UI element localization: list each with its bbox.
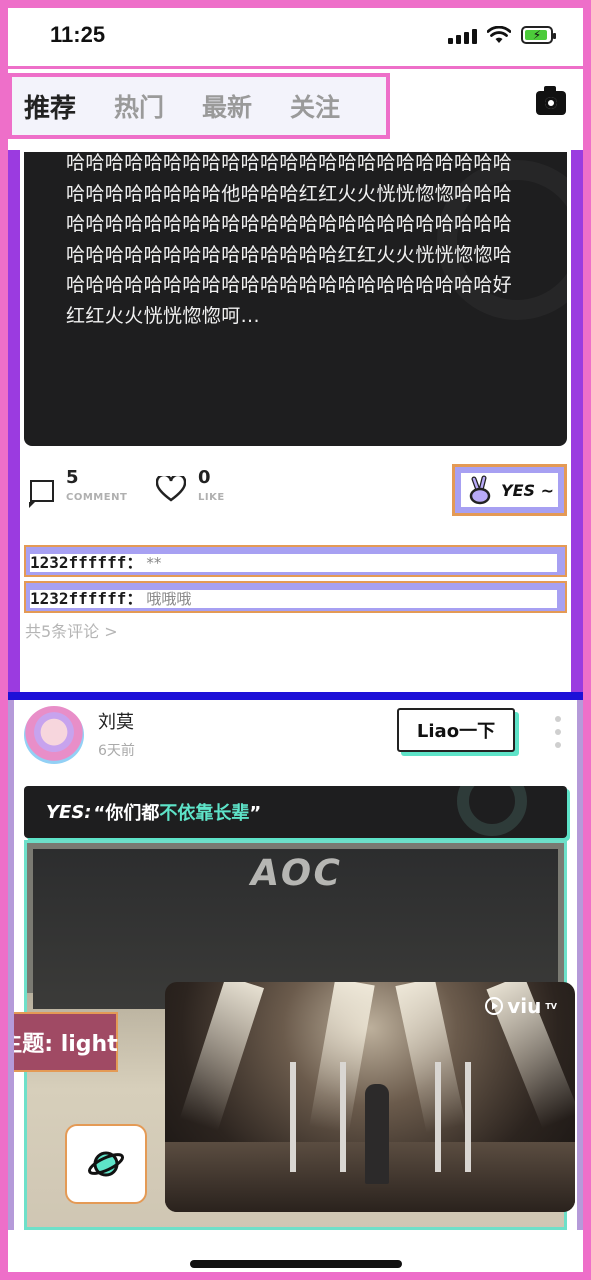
avatar[interactable]: [24, 706, 84, 764]
quote-text: “你们都不依靠长辈”: [93, 803, 262, 824]
comment-count: 5: [66, 467, 79, 488]
monitor-brand: AOC: [246, 853, 345, 894]
wifi-icon: [487, 26, 511, 43]
signal-icon: [448, 26, 477, 44]
post-text: 哈哈哈哈哈哈哈哈哈哈哈哈哈哈哈哈哈哈哈哈哈哈哈哈哈哈哈哈哈哈哈他哈哈哈红红火火恍…: [66, 152, 513, 327]
tab-latest[interactable]: 最新: [202, 88, 252, 124]
status-icons: ⚡: [448, 26, 556, 44]
status-time: 11:25: [50, 22, 106, 47]
comment-row[interactable]: 1232ffffff： **: [24, 545, 567, 577]
like-label: LIKE: [198, 492, 225, 503]
yes-label: YES ~: [500, 480, 554, 500]
banner-decoration: [457, 786, 527, 836]
like-stat[interactable]: 0 LIKE: [156, 468, 225, 503]
tab-following[interactable]: 关注: [290, 88, 340, 124]
tab-hot[interactable]: 热门: [114, 88, 164, 124]
quote-banner: YES: “你们都不依靠长辈”: [24, 786, 567, 838]
yes-button[interactable]: YES ~: [452, 464, 567, 516]
comment-label: COMMENT: [66, 492, 128, 503]
post-header: 刘莫 6天前 Liao一下: [24, 706, 569, 776]
planet-icon[interactable]: [65, 1124, 147, 1204]
comment-icon: [29, 480, 54, 508]
divider-line: [8, 692, 583, 700]
theme-tag: 主题: light: [0, 1012, 118, 1072]
liao-button[interactable]: Liao一下: [397, 708, 515, 752]
tab-recommend[interactable]: 推荐: [24, 88, 76, 125]
performer: [365, 1084, 389, 1184]
username[interactable]: 刘莫: [98, 708, 134, 734]
comment-row[interactable]: 1232ffffff： 哦哦哦: [24, 581, 567, 613]
comment-stat[interactable]: 5 COMMENT: [29, 467, 128, 508]
yes-logo: YES:: [46, 801, 92, 823]
tab-list: 推荐 热门 最新 关注: [8, 73, 390, 139]
comment-user[interactable]: 1232ffffff：: [30, 590, 142, 608]
top-tab-bar: 推荐 热门 最新 关注: [8, 66, 583, 152]
peace-hand-icon: [469, 475, 491, 505]
comment-text: 哦哦哦: [146, 590, 192, 608]
like-count: 0: [198, 467, 211, 488]
more-icon[interactable]: [555, 716, 563, 748]
play-icon: [485, 997, 504, 1015]
post-time: 6天前: [98, 743, 135, 759]
home-indicator[interactable]: [190, 1260, 402, 1268]
comment-text: **: [146, 554, 162, 572]
comment-user[interactable]: 1232ffffff：: [30, 554, 142, 572]
viu-logo: viu TV: [485, 994, 557, 1018]
post-text-card[interactable]: 哈哈哈哈哈哈哈哈哈哈哈哈哈哈哈哈哈哈哈哈哈哈哈哈哈哈哈哈哈哈哈他哈哈哈红红火火恍…: [24, 130, 567, 446]
floating-video-player[interactable]: viu TV: [165, 982, 575, 1212]
camera-icon[interactable]: [536, 86, 566, 115]
heart-icon: [156, 476, 186, 502]
view-all-comments-link[interactable]: 共5条评论 >: [25, 618, 118, 642]
battery-icon: ⚡: [521, 26, 556, 44]
status-bar: 11:25 ⚡: [0, 0, 591, 70]
